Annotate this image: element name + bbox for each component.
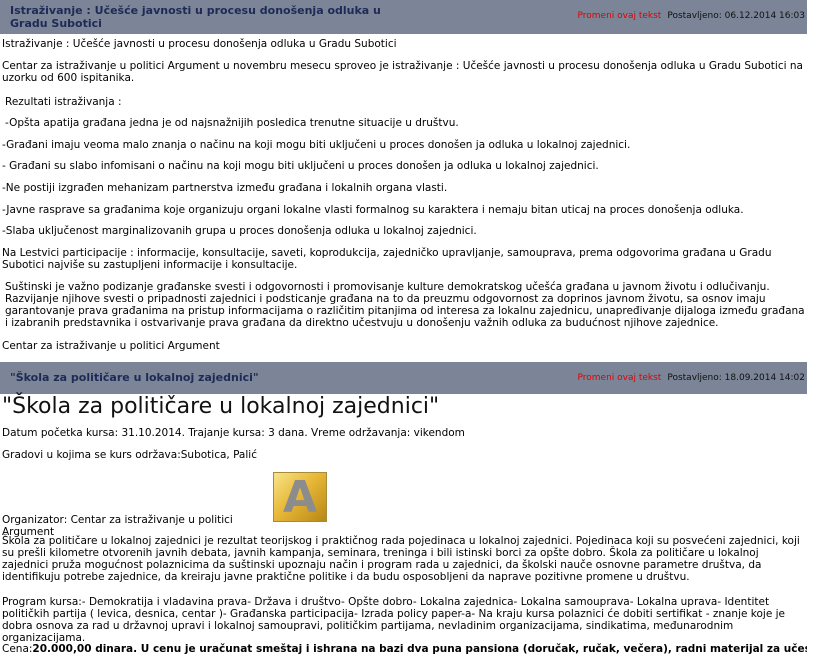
- course-program: Program kursa:- Demokratija i vladavina …: [2, 596, 786, 644]
- article-header-bar: Istraživanje : Učešće javnosti u procesu…: [0, 0, 807, 34]
- course-dates: Datum početka kursa: 31.10.2014. Trajanj…: [2, 427, 465, 439]
- article-meta: Promeni ovaj tekst Postavljeno: 06.12.201…: [577, 11, 805, 21]
- argument-logo: A: [273, 472, 327, 523]
- article-header-title: "Škola za političare u lokalnoj zajednic…: [10, 371, 259, 384]
- result-item: -Slaba uključenost marginalizovanih grup…: [2, 225, 477, 237]
- article-meta: Promeni ovaj tekst Postavljeno: 18.09.201…: [577, 373, 805, 383]
- result-item: -Ne postiji izgrađen mehanizam partnerst…: [2, 182, 448, 194]
- course-title: "Škola za političare u lokalnoj zajednic…: [2, 394, 440, 419]
- article-header-title: Istraživanje : Učešće javnosti u procesu…: [10, 4, 381, 30]
- edit-text-link[interactable]: Promeni ovaj tekst: [577, 11, 661, 21]
- course-description: Škola za političare u lokalnoj zajednici…: [2, 535, 800, 583]
- results-heading: Rezultati istraživanja :: [5, 96, 122, 108]
- posted-date: Postavljeno: 06.12.2014 16:03: [667, 11, 805, 21]
- article-subtitle: Istraživanje : Učešće javnosti u procesu…: [2, 38, 397, 50]
- posted-date: Postavljeno: 18.09.2014 14:02: [667, 373, 805, 383]
- course-cities: Gradovi u kojima se kurs održava:Subotic…: [2, 449, 257, 461]
- article-paragraph: Suštinski je važno podizanje građanske s…: [5, 281, 805, 329]
- article-signature: Centar za istraživanje u politici Argume…: [2, 340, 220, 352]
- article-paragraph: Na Lestvici participacije : informacije,…: [2, 247, 772, 271]
- result-item: -Opšta apatija građana jedna je od najsn…: [5, 117, 459, 129]
- article-header-bar: "Škola za političare u lokalnoj zajednic…: [0, 362, 807, 394]
- article-paragraph: Centar za istraživanje u politici Argume…: [2, 60, 803, 84]
- price-label: Cena:: [2, 643, 33, 655]
- result-item: -Javne rasprave sa građanima koje organi…: [2, 204, 744, 216]
- price-text: 20.000,00 dinara. U cenu je uračunat sme…: [32, 643, 807, 655]
- edit-text-link[interactable]: Promeni ovaj tekst: [577, 373, 661, 383]
- logo-letter: A: [282, 472, 318, 523]
- course-price: Cena:20.000,00 dinara. U cenu je uračuna…: [2, 643, 807, 655]
- result-item: -Građani imaju veoma malo znanja o način…: [2, 139, 631, 151]
- result-item: - Građani su slabo infomisani o načinu n…: [2, 160, 599, 172]
